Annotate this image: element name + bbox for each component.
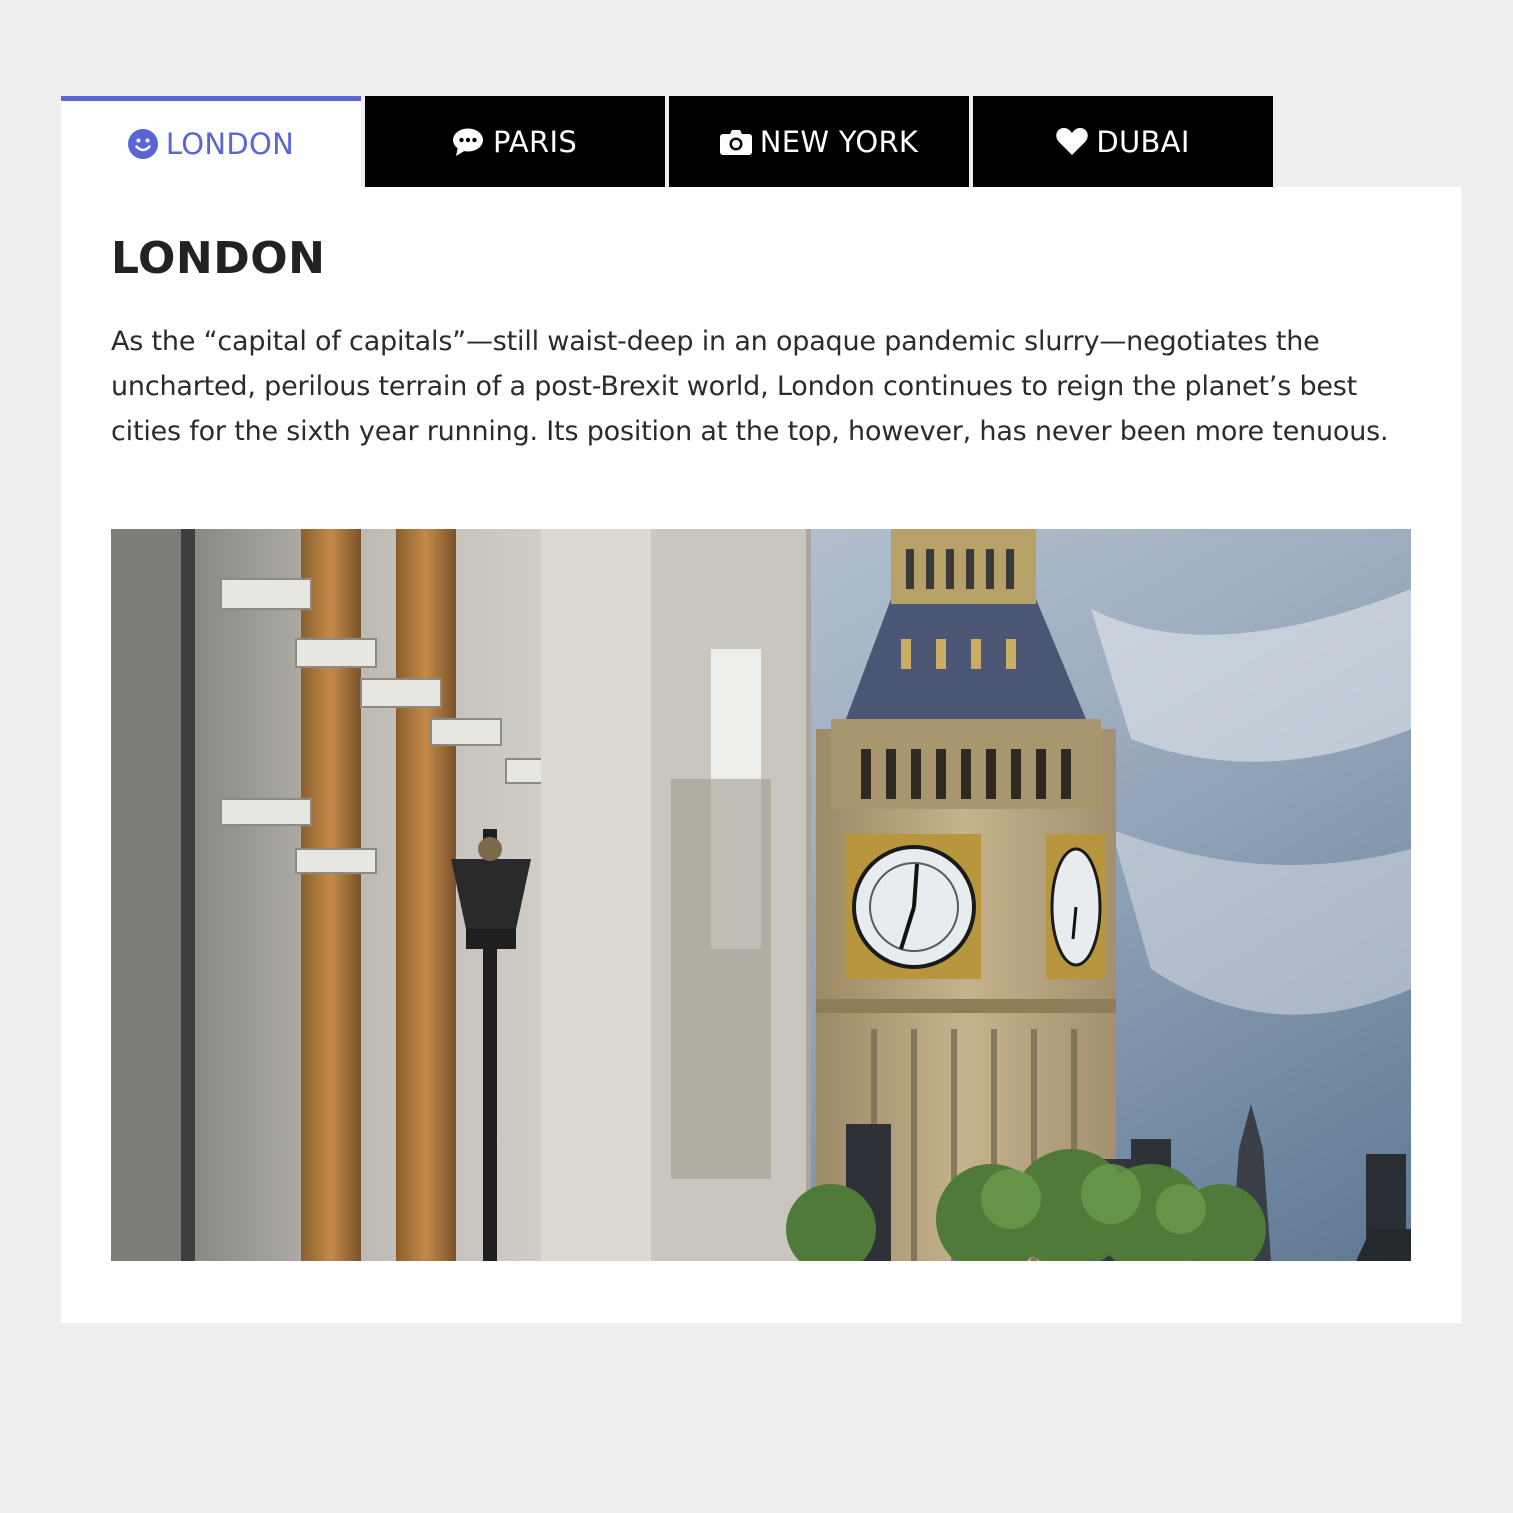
tab-new-york[interactable]: NEW YORK bbox=[669, 96, 969, 187]
big-ben-photo bbox=[111, 529, 1411, 1261]
tab-label: LONDON bbox=[165, 127, 295, 161]
tab-label: PARIS bbox=[492, 124, 578, 159]
smiley-icon bbox=[127, 129, 158, 159]
tab-paris[interactable]: PARIS bbox=[365, 96, 665, 187]
heart-icon bbox=[1056, 127, 1089, 156]
tab-panel-london: LONDON As the “capital of capitals”—stil… bbox=[61, 187, 1461, 1323]
content-title: LONDON bbox=[111, 233, 326, 284]
tab-dubai[interactable]: DUBAI bbox=[973, 96, 1273, 187]
chat-bubbles-icon bbox=[452, 127, 485, 157]
content-body: As the “capital of capitals”—still waist… bbox=[111, 326, 1389, 447]
camera-icon bbox=[719, 129, 752, 155]
tab-bar: LONDON PARIS NEW YORK DUBAI bbox=[61, 96, 1277, 187]
tab-label: DUBAI bbox=[1096, 124, 1190, 159]
tab-london[interactable]: LONDON bbox=[61, 96, 361, 187]
tab-label: NEW YORK bbox=[759, 124, 919, 159]
